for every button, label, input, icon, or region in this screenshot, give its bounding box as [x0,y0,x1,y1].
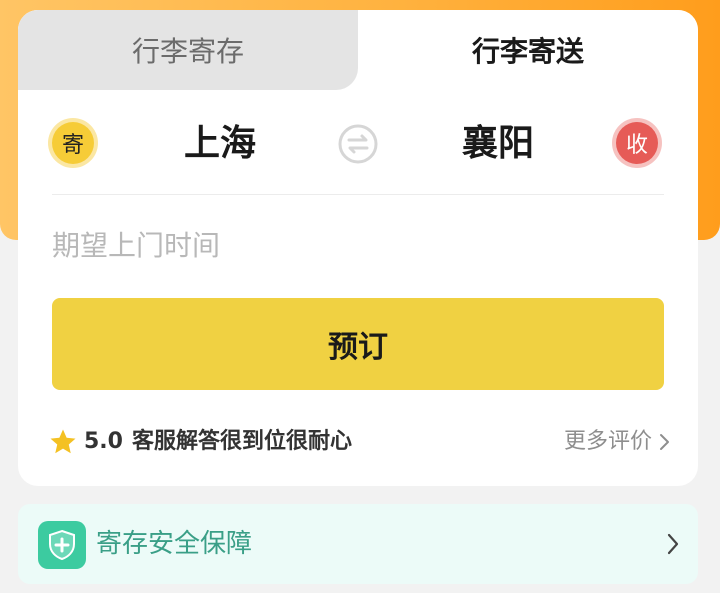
tab-bar: 行李寄存 行李寄送 [18,10,698,90]
book-button[interactable]: 预订 [52,298,664,390]
tab-luggage-delivery[interactable]: 行李寄送 [358,10,698,90]
security-guarantee-label: 寄存安全保障 [96,529,253,559]
from-city[interactable]: 上海 [184,120,256,168]
swap-arrows-icon[interactable] [338,124,378,164]
booking-card: 行李寄存 行李寄送 寄 上海 襄阳 收 期望上门时间 [18,10,698,486]
review-row: 5.0 客服解答很到位很耐心 更多评价 [48,424,670,460]
security-guarantee-bar[interactable]: 寄存安全保障 [18,504,698,584]
to-city[interactable]: 襄阳 [462,120,534,168]
tab-luggage-storage[interactable]: 行李寄存 [18,10,358,90]
rating-score: 5.0 [84,429,123,454]
receive-badge: 收 [616,122,658,164]
send-badge: 寄 [52,122,94,164]
more-reviews-link[interactable]: 更多评价 [564,424,670,460]
star-icon [50,429,76,454]
route-selector: 寄 上海 襄阳 收 [52,90,664,195]
pickup-time-field[interactable]: 期望上门时间 [52,224,664,268]
chevron-right-icon [660,434,669,450]
shield-plus-icon [38,521,86,569]
more-reviews-label: 更多评价 [563,429,652,454]
review-snippet: 客服解答很到位很耐心 [132,429,353,454]
chevron-right-icon [667,533,679,555]
